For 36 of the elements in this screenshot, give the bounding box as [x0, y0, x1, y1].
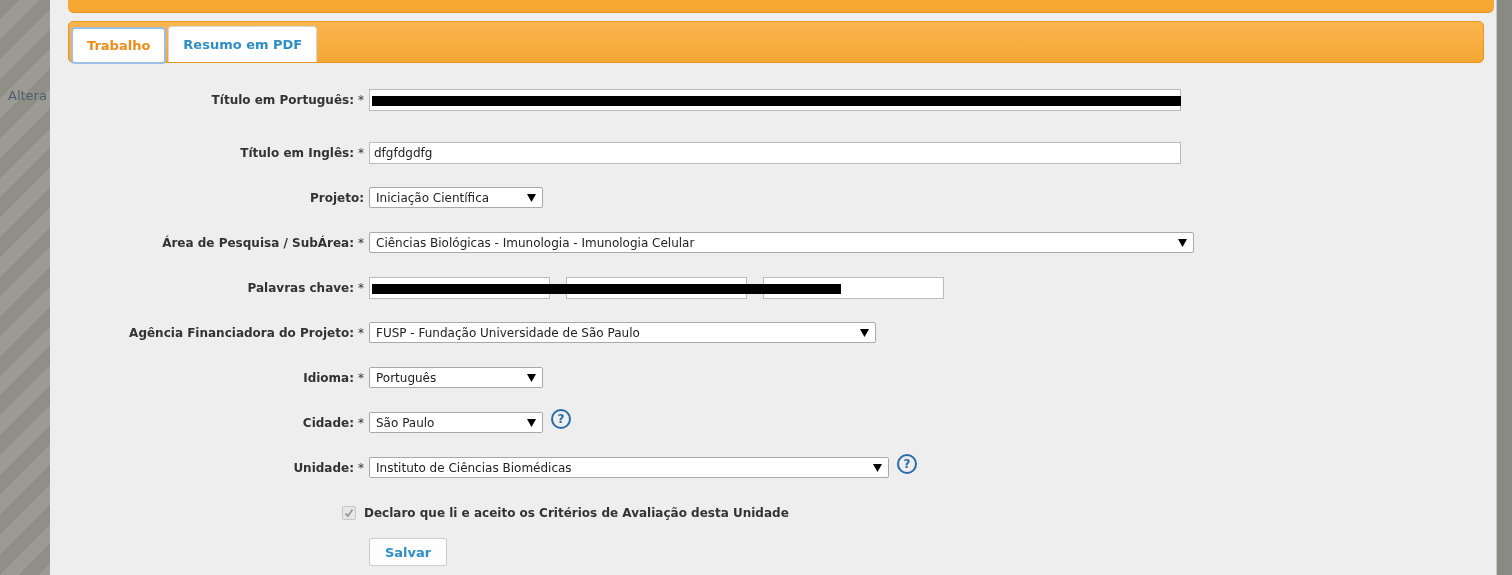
tab[interactable]: Resumo em PDF [168, 26, 318, 62]
caret-icon [873, 463, 882, 472]
required-mark: * [358, 325, 364, 340]
field-label: Título em Inglês: [240, 145, 354, 160]
caret-icon [527, 193, 536, 202]
dropdown[interactable]: Instituto de Ciências Biomédicas [369, 457, 889, 478]
dropdown[interactable]: São Paulo [369, 412, 543, 433]
field-label: Unidade: [293, 460, 354, 475]
field-label: Área de Pesquisa / SubÁrea: [162, 235, 354, 250]
caret-icon [527, 373, 536, 382]
field-label: Título em Português: [211, 93, 354, 107]
required-mark: * [358, 460, 364, 475]
field-label: Palavras chave: [247, 280, 354, 295]
caret-icon [1178, 238, 1187, 247]
dropdown[interactable]: FUSP - Fundação Universidade de São Paulo [369, 322, 876, 343]
field-label: Cidade: [302, 415, 354, 430]
dropdown[interactable]: Ciências Biológicas - Imunologia - Imunologia Celular [369, 232, 1194, 253]
required-mark: * [358, 93, 364, 107]
required-mark: * [358, 370, 364, 385]
caret-icon [860, 328, 869, 337]
required-mark: * [358, 280, 364, 295]
caret-icon [527, 418, 536, 427]
input-field[interactable]: dfgfdgdfg [369, 141, 1181, 164]
required-mark: * [358, 145, 364, 160]
field-label: Agência Financiadora do Projeto: [129, 325, 354, 340]
background-text: Altera [8, 88, 48, 103]
dropdown[interactable]: Iniciação Científica [369, 187, 543, 208]
required-mark: * [358, 235, 364, 250]
field-label: Projeto: [310, 190, 364, 205]
save-button[interactable]: Salvar [369, 538, 447, 566]
help-icon[interactable]: ? [551, 408, 571, 429]
required-mark: * [358, 415, 364, 430]
field-label: Idioma: [303, 370, 354, 385]
help-icon[interactable]: ? [897, 453, 917, 474]
checkbox-label: Declaro que li e aceito os Critérios de Avaliação desta Unidade [364, 505, 789, 520]
dropdown[interactable]: Português [369, 367, 543, 388]
